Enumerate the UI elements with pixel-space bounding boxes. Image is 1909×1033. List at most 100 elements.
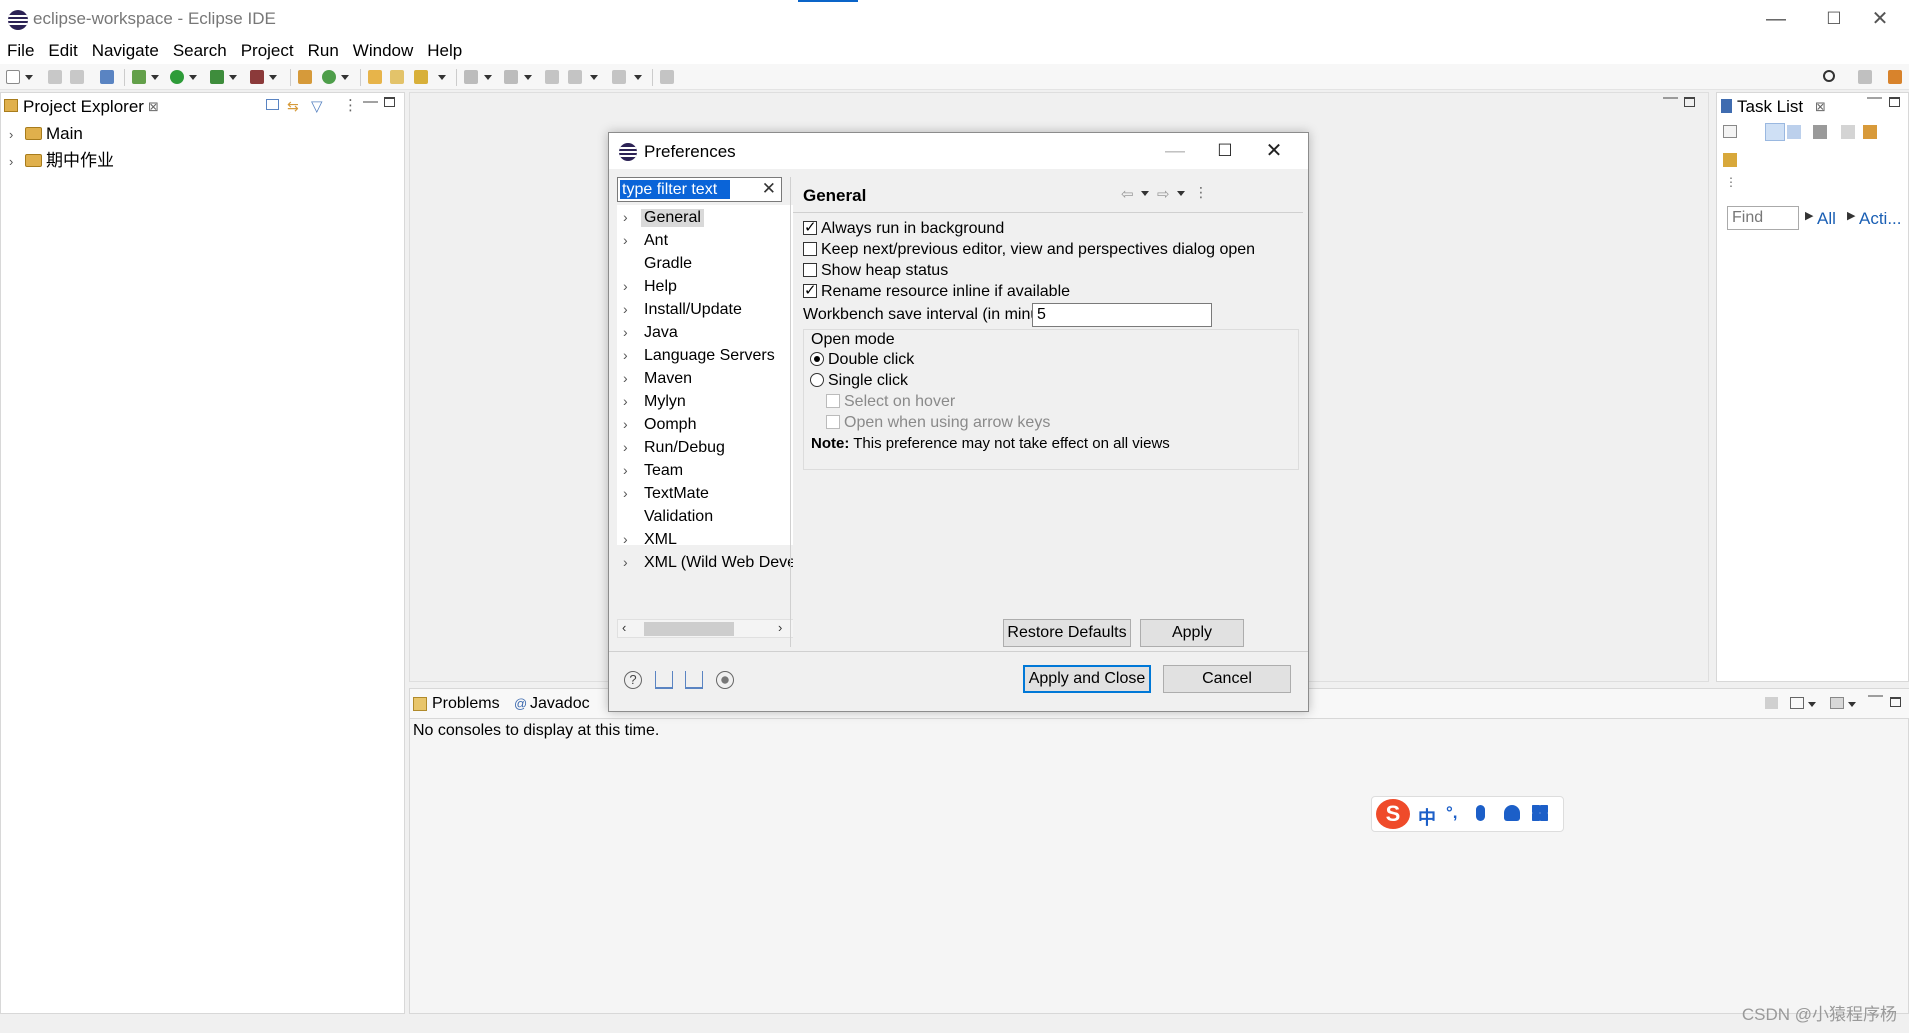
minimize-view-icon[interactable]: — (1868, 687, 1883, 704)
scroll-left-icon[interactable]: ‹ (622, 620, 626, 635)
open-type-icon[interactable] (368, 70, 382, 84)
pref-tree-item[interactable]: › TextMate (617, 484, 797, 506)
menu-help[interactable]: Help (420, 38, 469, 64)
maximize-view-icon[interactable] (1890, 697, 1901, 707)
menu-run[interactable]: Run (301, 38, 346, 64)
previous-annotation-dropdown-arrow[interactable] (524, 75, 532, 80)
open-perspective-icon[interactable] (1858, 70, 1872, 84)
open-console-icon[interactable] (1830, 697, 1844, 709)
coverage-icon[interactable] (210, 70, 224, 84)
hide-completed-icon[interactable] (1841, 125, 1855, 139)
menu-file[interactable]: File (0, 38, 41, 64)
pref-tree-item[interactable]: › Install/Update (617, 300, 797, 322)
pref-tree-item[interactable]: Validation (617, 507, 797, 529)
scrollbar-thumb[interactable] (644, 622, 734, 636)
forward-dropdown-arrow[interactable] (1177, 191, 1185, 196)
open-console-dropdown-arrow[interactable] (1848, 702, 1856, 707)
pref-tree-item[interactable]: › Team (617, 461, 797, 483)
search-icon[interactable] (1823, 70, 1835, 82)
forward-arrow-icon[interactable]: ⇨ (1157, 185, 1170, 203)
pref-tree-item[interactable]: › Oomph (617, 415, 797, 437)
tree-horizontal-scrollbar[interactable]: ‹ › (617, 619, 797, 638)
cancel-button[interactable]: Cancel (1163, 665, 1291, 693)
link-with-editor-icon[interactable]: ⇆ (287, 98, 299, 115)
chevron-right-icon[interactable]: › (623, 347, 628, 363)
maximize-editor-icon[interactable] (1684, 97, 1695, 107)
chevron-right-icon[interactable]: › (623, 416, 628, 432)
scroll-right-icon[interactable]: › (778, 620, 782, 635)
checkbox-box[interactable] (803, 263, 817, 277)
debug-dropdown-arrow[interactable] (151, 75, 159, 80)
checkbox-box[interactable] (803, 218, 817, 236)
sogou-logo-icon[interactable]: S (1376, 799, 1410, 829)
filter-field[interactable]: ✕ (617, 177, 782, 202)
pane-separator[interactable] (790, 177, 791, 647)
chevron-right-icon[interactable]: › (623, 485, 628, 501)
search-dropdown-arrow[interactable] (438, 75, 446, 80)
display-console-icon[interactable] (1790, 697, 1804, 709)
back-icon[interactable] (568, 70, 582, 84)
apply-and-close-button[interactable]: Apply and Close (1023, 665, 1151, 693)
restore-defaults-button[interactable]: Restore Defaults (1003, 619, 1131, 647)
new-dropdown-arrow[interactable] (25, 75, 33, 80)
tab-problems[interactable]: Problems (432, 695, 500, 713)
pin-editor-icon[interactable] (660, 70, 674, 84)
display-console-dropdown-arrow[interactable] (1808, 702, 1816, 707)
new-class-dropdown-arrow[interactable] (341, 75, 349, 80)
filter-input[interactable] (620, 180, 730, 199)
back-arrow-icon[interactable]: ⇦ (1121, 185, 1134, 203)
scheduled-icon[interactable] (1787, 125, 1801, 139)
project-explorer-tab[interactable]: Project Explorer ⊠ (1, 93, 166, 121)
toolbox-icon[interactable] (1532, 805, 1548, 821)
checkbox-always-run-background[interactable]: Always run in background (803, 218, 1004, 242)
run-icon[interactable] (170, 70, 184, 84)
checkbox-box[interactable] (803, 242, 817, 256)
pref-tree-item[interactable]: › Language Servers (617, 346, 797, 368)
microphone-icon[interactable] (1476, 805, 1485, 821)
project-item-midterm[interactable]: › 期中作业 (9, 146, 114, 170)
pref-tree-item[interactable]: › XML (Wild Web Developer) (617, 553, 797, 575)
run-dropdown-arrow[interactable] (189, 75, 197, 80)
menu-project[interactable]: Project (234, 38, 301, 64)
focus-active-icon[interactable] (1813, 125, 1827, 139)
external-tools-icon[interactable] (250, 70, 264, 84)
menu-navigate[interactable]: Navigate (85, 38, 166, 64)
user-icon[interactable] (1504, 805, 1520, 821)
minimize-button[interactable]: — (1747, 0, 1805, 38)
pref-tree-item[interactable]: Gradle (617, 254, 797, 276)
task-list-tab-label[interactable]: Task List (1737, 97, 1803, 117)
open-task-icon[interactable] (390, 70, 404, 84)
clear-filter-icon[interactable]: ✕ (762, 179, 776, 199)
tab-javadoc[interactable]: Javadoc (530, 695, 590, 713)
menu-search[interactable]: Search (166, 38, 234, 64)
skip-breakpoints-icon[interactable] (100, 70, 114, 84)
chevron-right-icon[interactable]: › (623, 531, 628, 547)
maximize-view-icon[interactable] (384, 97, 395, 107)
minimize-view-icon[interactable]: — (363, 93, 378, 110)
chevron-right-icon[interactable]: › (623, 439, 628, 455)
activate-link[interactable]: Acti... (1859, 209, 1902, 229)
pref-tree-item[interactable]: › Run/Debug (617, 438, 797, 460)
forward-icon[interactable] (612, 70, 626, 84)
chevron-right-icon[interactable]: › (623, 278, 628, 294)
categorized-icon[interactable] (1765, 123, 1785, 141)
back-dropdown-arrow[interactable] (590, 75, 598, 80)
chevron-right-icon[interactable]: › (623, 393, 628, 409)
collapse-all-icon[interactable] (266, 99, 279, 110)
menu-window[interactable]: Window (346, 38, 420, 64)
previous-annotation-icon[interactable] (504, 70, 518, 84)
find-input[interactable]: Find (1727, 206, 1799, 230)
external-tools-dropdown-arrow[interactable] (269, 75, 277, 80)
filter-icon[interactable]: ▽ (311, 97, 323, 115)
checkbox-rename-inline[interactable]: Rename resource inline if available (803, 281, 1070, 305)
chevron-right-icon[interactable]: › (9, 154, 19, 169)
next-annotation-dropdown-arrow[interactable] (484, 75, 492, 80)
forward-dropdown-arrow[interactable] (634, 75, 642, 80)
checkbox-keep-dialog-open[interactable]: Keep next/previous editor, view and pers… (803, 241, 1255, 263)
radio-single-click[interactable]: Single click (810, 372, 908, 390)
checkbox-box[interactable] (803, 281, 817, 299)
coverage-dropdown-arrow[interactable] (229, 75, 237, 80)
new-java-project-icon[interactable] (298, 70, 312, 84)
close-tab-icon[interactable]: ⊠ (1815, 99, 1826, 115)
pin-console-icon[interactable] (1765, 697, 1778, 709)
